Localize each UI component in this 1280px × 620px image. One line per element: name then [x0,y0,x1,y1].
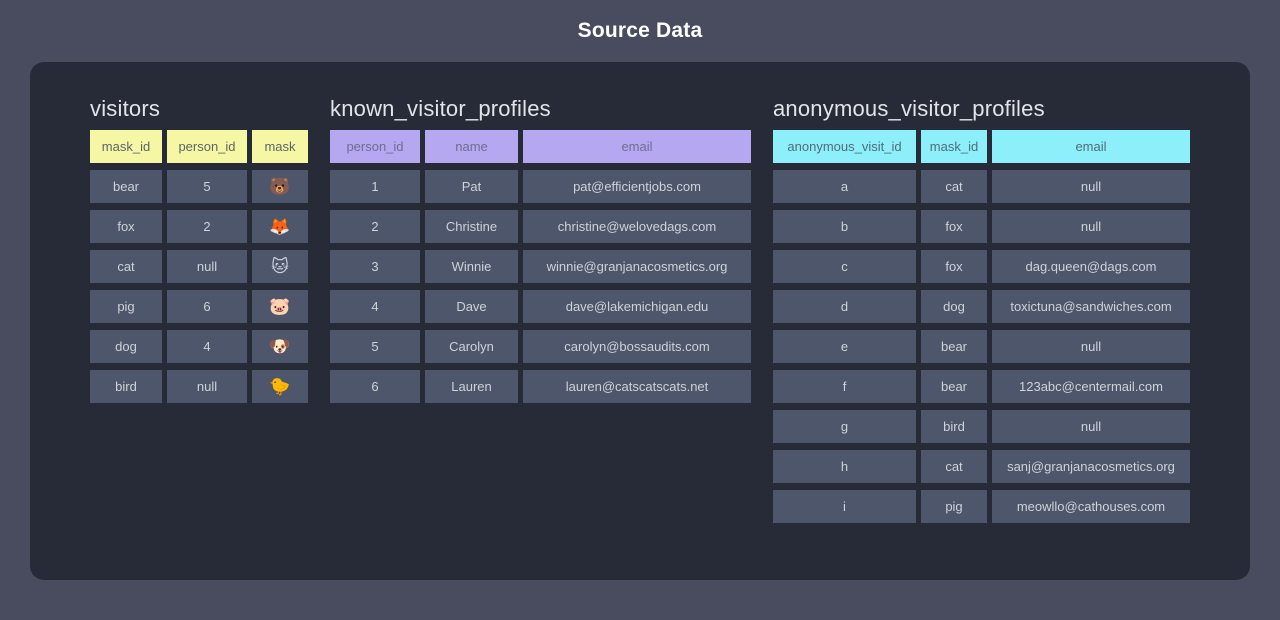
table-cell: Christine [425,210,518,243]
page-header: Source Data [0,0,1280,62]
table-title-visitors: visitors [90,96,308,122]
table-cell: c [773,250,916,283]
table-cell: null [167,250,247,283]
column-header-email: email [523,130,751,163]
table-cell: null [167,370,247,403]
table-cell: Carolyn [425,330,518,363]
table-cell: fox [921,210,987,243]
table-cell: winnie@granjanacosmetics.org [523,250,751,283]
table-cell: pig [90,290,162,323]
table-cell: cat [921,450,987,483]
table-cell: Dave [425,290,518,323]
table-cell: dog [921,290,987,323]
table-cell: dag.queen@dags.com [992,250,1190,283]
table-anonymous_visitor_profiles: anonymous_visitor_profiles anonymous_visi… [773,96,1190,523]
table-grid: anonymous_visit_idmask_idemailacatnullbf… [773,130,1190,523]
table-cell: f [773,370,916,403]
table-cell: bear [90,170,162,203]
table-cell: e [773,330,916,363]
table-cell: meowllo@cathouses.com [992,490,1190,523]
table-cell: 🐻 [252,170,308,203]
table-cell: 🐤 [252,370,308,403]
tables-container: visitorsmask_idperson_idmaskbear5🐻fox2🦊c… [90,96,1250,523]
table-cell: a [773,170,916,203]
table-cell: bear [921,370,987,403]
table-cell: 3 [330,250,420,283]
table-cell: pat@efficientjobs.com [523,170,751,203]
table-cell: sanj@granjanacosmetics.org [992,450,1190,483]
table-cell: fox [921,250,987,283]
table-cell: bear [921,330,987,363]
table-cell: pig [921,490,987,523]
table-grid: person_idnameemail 1Patpat@efficientjobs.… [330,130,751,403]
table-cell: null [992,170,1190,203]
table-cell: dave@lakemichigan.edu [523,290,751,323]
column-header-mask: mask [252,130,308,163]
table-cell: bird [921,410,987,443]
table-cell: i [773,490,916,523]
table-grid: mask_idperson_idmaskbear5🐻fox2🦊catnull🐱p… [90,130,308,403]
table-cell: dog [90,330,162,363]
table-cell: d [773,290,916,323]
table-cell: 2 [330,210,420,243]
table-cell: Winnie [425,250,518,283]
table-cell: b [773,210,916,243]
table-title-known_visitor_profiles: known_visitor_profiles [330,96,751,122]
table-known_visitor_profiles: known_visitor_profiles person_idnameemail… [330,96,751,403]
table-cell: 1 [330,170,420,203]
page-title: Source Data [578,19,703,43]
table-cell: lauren@catscatscats.net [523,370,751,403]
column-header-person_id: person_id [167,130,247,163]
table-cell: 2 [167,210,247,243]
column-header-person_id: person_id [330,130,420,163]
table-cell: g [773,410,916,443]
table-cell: 🐱 [252,250,308,283]
table-cell: h [773,450,916,483]
column-header-mask_id: mask_id [90,130,162,163]
table-cell: 4 [330,290,420,323]
table-cell: 4 [167,330,247,363]
table-cell: cat [90,250,162,283]
table-cell: christine@welovedags.com [523,210,751,243]
table-cell: 6 [167,290,247,323]
table-cell: carolyn@bossaudits.com [523,330,751,363]
table-cell: 🐶 [252,330,308,363]
table-cell: Lauren [425,370,518,403]
table-cell: cat [921,170,987,203]
table-cell: 🐷 [252,290,308,323]
table-cell: toxictuna@sandwiches.com [992,290,1190,323]
table-cell: 5 [167,170,247,203]
table-cell: 🦊 [252,210,308,243]
table-cell: 5 [330,330,420,363]
column-header-email: email [992,130,1190,163]
column-header-mask_id: mask_id [921,130,987,163]
table-visitors: visitors mask_idperson_idmask bear5🐻 fox2🦊 c… [90,96,308,403]
table-cell: bird [90,370,162,403]
table-cell: Pat [425,170,518,203]
table-cell: 123abc@centermail.com [992,370,1190,403]
table-cell: fox [90,210,162,243]
table-cell: null [992,410,1190,443]
column-header-anonymous_visit_id: anonymous_visit_id [773,130,916,163]
table-cell: 6 [330,370,420,403]
source-data-panel: visitorsmask_idperson_idmaskbear5🐻fox2🦊c… [30,62,1250,580]
table-cell: null [992,210,1190,243]
column-header-name: name [425,130,518,163]
table-cell: null [992,330,1190,363]
table-title-anonymous_visitor_profiles: anonymous_visitor_profiles [773,96,1190,122]
